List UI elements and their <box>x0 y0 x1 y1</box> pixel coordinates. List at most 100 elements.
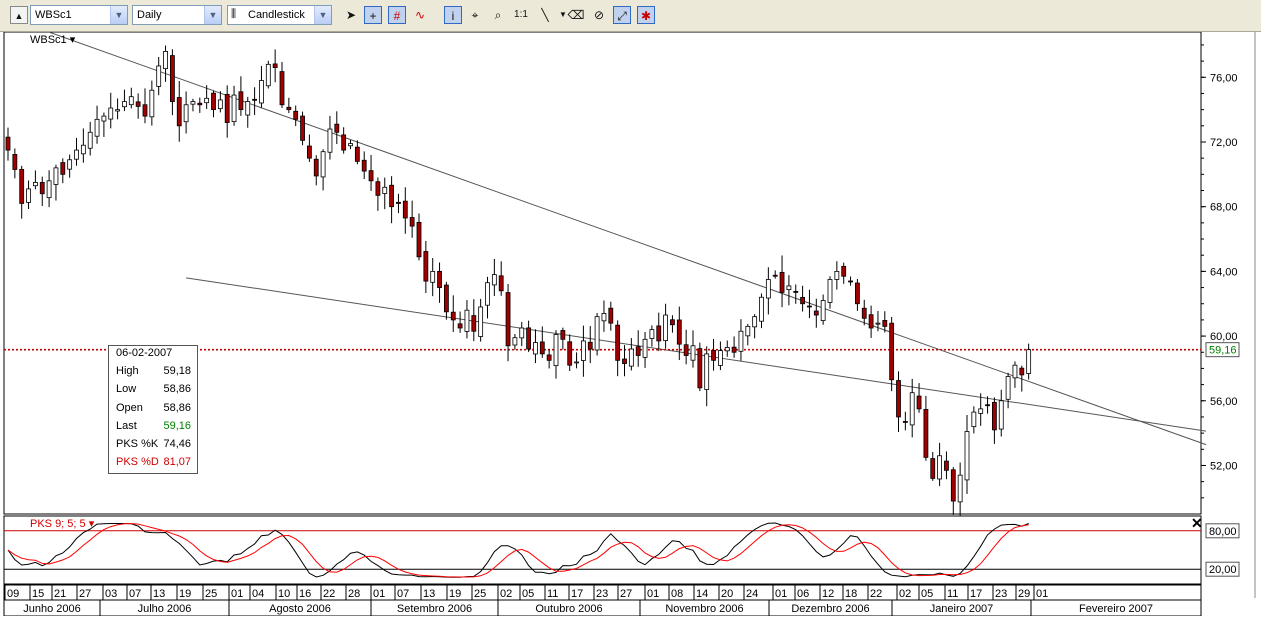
delete-icon[interactable]: # <box>388 6 406 24</box>
month-label: Novembro 2006 <box>665 603 743 615</box>
period-value: Daily <box>137 9 162 21</box>
month-label: Janeiro 2007 <box>930 603 994 615</box>
chevron-down-icon[interactable]: ▼ <box>110 6 127 24</box>
candle-body <box>1019 367 1025 376</box>
info-label: Last <box>116 420 137 432</box>
candle-body <box>745 325 751 337</box>
candle-body <box>334 123 340 133</box>
x-tick-label: 27 <box>620 588 632 600</box>
candle-body <box>738 330 744 352</box>
info-row: PKS %K 74,46 <box>116 438 191 454</box>
close-icon[interactable]: ✕ <box>1191 515 1203 531</box>
candle <box>594 312 600 356</box>
candle-body <box>718 350 723 366</box>
candle-body <box>697 348 703 389</box>
x-tick-label: 02 <box>899 588 911 600</box>
candle-body <box>389 184 395 208</box>
x-tick-label: 01 <box>647 588 659 600</box>
candle-body <box>896 380 901 418</box>
indicator-icon[interactable]: ∿ <box>411 6 429 24</box>
candle-body <box>67 159 73 170</box>
eraser-icon[interactable]: ⌫ <box>567 6 585 24</box>
symbol-label: WBSc1 ▾ <box>30 34 76 46</box>
scroll-up-icon[interactable]: ▲ <box>10 6 28 24</box>
candle-body <box>539 341 545 355</box>
pointer-icon[interactable]: ➤ <box>342 6 360 24</box>
month-label: Agosto 2006 <box>269 603 331 615</box>
chevron-down-icon[interactable]: ▼ <box>314 6 331 24</box>
last-price-label: 59,16 <box>1209 345 1237 357</box>
candlestick-icon: ⫼ <box>231 8 237 20</box>
candle-body <box>923 408 929 458</box>
info-row: Open 58,86 <box>116 402 191 418</box>
y-tick-label: 56,00 <box>1210 396 1238 408</box>
y-tick-label: 60,00 <box>1210 331 1238 343</box>
candle-body <box>327 128 333 153</box>
x-tick-label: 01 <box>775 588 787 600</box>
candle-body <box>286 106 292 111</box>
info-date: 06-02-2007 <box>116 347 173 359</box>
info-icon[interactable]: i <box>444 6 462 24</box>
candle-body <box>731 346 737 353</box>
candle-body <box>122 101 127 108</box>
candle-body <box>512 337 518 346</box>
zoom-icon[interactable]: ⌕ <box>489 6 507 24</box>
candle-body <box>5 136 11 151</box>
x-tick-label: 28 <box>348 588 360 600</box>
chart-style-combo[interactable]: ⫼ Candlestick ▼ <box>227 5 332 25</box>
x-tick-label: 19 <box>449 588 461 600</box>
x-tick-label: 16 <box>299 588 311 600</box>
erase-all-icon[interactable]: ⊘ <box>590 6 608 24</box>
info-label: PKS %K <box>116 438 159 450</box>
indicator-level-label: 80,00 <box>1209 526 1237 538</box>
candle-body <box>759 296 764 322</box>
info-label: Low <box>116 383 137 395</box>
color-icon[interactable]: ✱ <box>637 6 655 24</box>
candle-body <box>930 458 936 479</box>
candle-body <box>690 345 696 361</box>
candle-body <box>902 421 908 423</box>
candle-body <box>382 186 388 194</box>
y-tick-label: 68,00 <box>1210 202 1238 214</box>
symbol-combo[interactable]: WBSc1 ▼ <box>30 5 128 25</box>
candle-body <box>224 93 230 123</box>
candle-body <box>553 334 559 367</box>
candle-body <box>676 319 682 345</box>
x-tick-label: 15 <box>32 588 44 600</box>
candle-body <box>807 305 812 308</box>
candle-body <box>204 97 210 104</box>
candle-body <box>916 395 922 410</box>
price-chart[interactable]: 76,00 72,00 68,00 64,00 60,00 56,00 52,00 59,16… <box>0 31 1261 617</box>
auto-scale-icon[interactable]: ⤢ <box>613 6 631 24</box>
x-tick-label: 23 <box>596 588 608 600</box>
candle-body <box>800 296 805 305</box>
info-row: Low 58,86 <box>116 383 191 399</box>
line-tool-icon[interactable]: ╲ <box>536 6 554 24</box>
period-combo[interactable]: Daily ▼ <box>132 5 222 25</box>
x-tick-label: 02 <box>500 588 512 600</box>
candle-body <box>683 344 689 356</box>
crosshair-icon[interactable]: + <box>364 6 382 24</box>
candle-body <box>498 275 504 292</box>
info-value: 74,46 <box>163 438 191 450</box>
candle-body <box>279 71 285 106</box>
symbol-value: WBSc1 <box>35 9 72 21</box>
candle-body <box>293 110 299 120</box>
info-value: 59,18 <box>163 365 191 377</box>
candle-body <box>868 314 874 329</box>
candle-body <box>635 346 641 356</box>
candle-body <box>827 279 833 303</box>
candle-body <box>300 115 305 141</box>
chevron-down-icon[interactable]: ▼ <box>204 6 221 24</box>
candle-body <box>601 313 607 322</box>
candle-body <box>26 188 31 203</box>
candle-body <box>128 96 134 106</box>
zoom-area-icon[interactable]: ⌖ <box>466 6 484 24</box>
candle-body <box>313 158 319 177</box>
x-tick-label: 27 <box>79 588 91 600</box>
chart-area[interactable]: 76,00 72,00 68,00 64,00 60,00 56,00 52,00 59,16… <box>0 31 1261 617</box>
candle-body <box>786 285 792 290</box>
candle-body <box>252 98 258 101</box>
candle-body <box>581 340 586 361</box>
one-to-one-icon[interactable]: 1:1 <box>512 6 530 24</box>
